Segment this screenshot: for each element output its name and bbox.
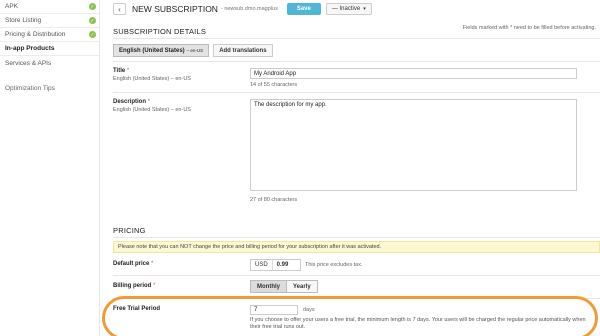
sidebar-item-store-listing[interactable]: Store Listing ✓ (0, 14, 99, 28)
check-icon: ✓ (89, 31, 96, 38)
check-icon: ✓ (89, 17, 96, 24)
language-code: – en-US (186, 48, 204, 53)
back-button[interactable]: ‹ (113, 3, 126, 15)
free-trial-input[interactable]: 7 (250, 305, 298, 315)
page-title: NEW SUBSCRIPTION (132, 4, 218, 14)
currency-label: USD (251, 260, 273, 270)
title-counter: 14 of 55 characters (250, 82, 298, 88)
divider (113, 237, 600, 238)
sidebar-item-optimization-tips[interactable]: Optimization Tips (0, 70, 99, 98)
description-textarea[interactable]: The description for my app. (250, 99, 577, 191)
sidebar-item-label: Store Listing (5, 17, 42, 24)
description-label: Description * (113, 99, 151, 105)
language-bar: English (United States) – en-US Add tran… (113, 44, 273, 57)
sidebar-item-label: Pricing & Distribution (5, 31, 66, 38)
page-header: ‹ NEW SUBSCRIPTION - newsub.dmo.magplus … (113, 3, 372, 15)
status-label: — Inactive (331, 6, 361, 12)
billing-monthly-button[interactable]: Monthly (250, 280, 287, 293)
divider (113, 38, 600, 39)
sidebar-item-label: In-app Products (5, 45, 55, 52)
check-icon: ✓ (89, 3, 96, 10)
billing-yearly-button[interactable]: Yearly (287, 280, 318, 293)
price-input[interactable]: USD 0.99 (250, 259, 301, 271)
divider (113, 92, 600, 93)
sidebar-item-label: Optimization Tips (5, 85, 55, 92)
description-counter: 27 of 80 characters (250, 197, 298, 203)
caret-down-icon: ▾ (363, 6, 366, 12)
free-trial-unit: days (303, 307, 315, 313)
sidebar-item-label: APK (5, 3, 19, 10)
required-fields-note: Fields marked with * need to be filled b… (462, 25, 596, 31)
billing-period-toggle: Monthly Yearly (250, 280, 318, 293)
divider (113, 275, 600, 276)
divider (113, 298, 600, 299)
default-price-label: Default price * (113, 261, 154, 267)
section-title-details: SUBSCRIPTION DETAILS (113, 27, 207, 36)
warning-banner: Please note that you can NOT change the … (113, 241, 600, 253)
chevron-left-icon: ‹ (118, 4, 121, 14)
free-trial-label: Free Trial Period (113, 306, 161, 312)
price-note: This price excludes tax. (305, 262, 363, 268)
title-language: English (United States) – en-US (113, 76, 191, 82)
section-title-pricing: PRICING (113, 226, 146, 235)
main-content: ‹ NEW SUBSCRIPTION - newsub.dmo.magplus … (100, 0, 600, 336)
add-translations-button[interactable]: Add translations (213, 44, 273, 57)
save-button[interactable]: Save (286, 3, 321, 15)
price-amount: 0.99 (276, 262, 289, 268)
sidebar-item-label: Services & APIs (5, 59, 52, 67)
page-subtitle: - newsub.dmo.magplus (220, 6, 278, 12)
divider (113, 61, 600, 62)
sidebar-item-in-app-products[interactable]: In-app Products (0, 42, 99, 56)
language-button[interactable]: English (United States) – en-US (113, 44, 210, 57)
title-input[interactable]: My Android App (250, 68, 577, 79)
description-language: English (United States) – en-US (113, 107, 191, 113)
language-label: English (United States) (119, 47, 185, 54)
sidebar-item-pricing-distribution[interactable]: Pricing & Distribution ✓ (0, 28, 99, 42)
sidebar-item-services-apis[interactable]: Services & APIs (0, 56, 99, 70)
status-dropdown[interactable]: — Inactive ▾ (325, 3, 372, 15)
billing-period-label: Billing period * (113, 283, 156, 289)
sidebar: APK ✓ Store Listing ✓ Pricing & Distribu… (0, 0, 100, 336)
free-trial-help: If you choose to offer your users a free… (250, 317, 586, 330)
title-label: Title * (113, 68, 130, 74)
sidebar-item-apk[interactable]: APK ✓ (0, 0, 99, 14)
